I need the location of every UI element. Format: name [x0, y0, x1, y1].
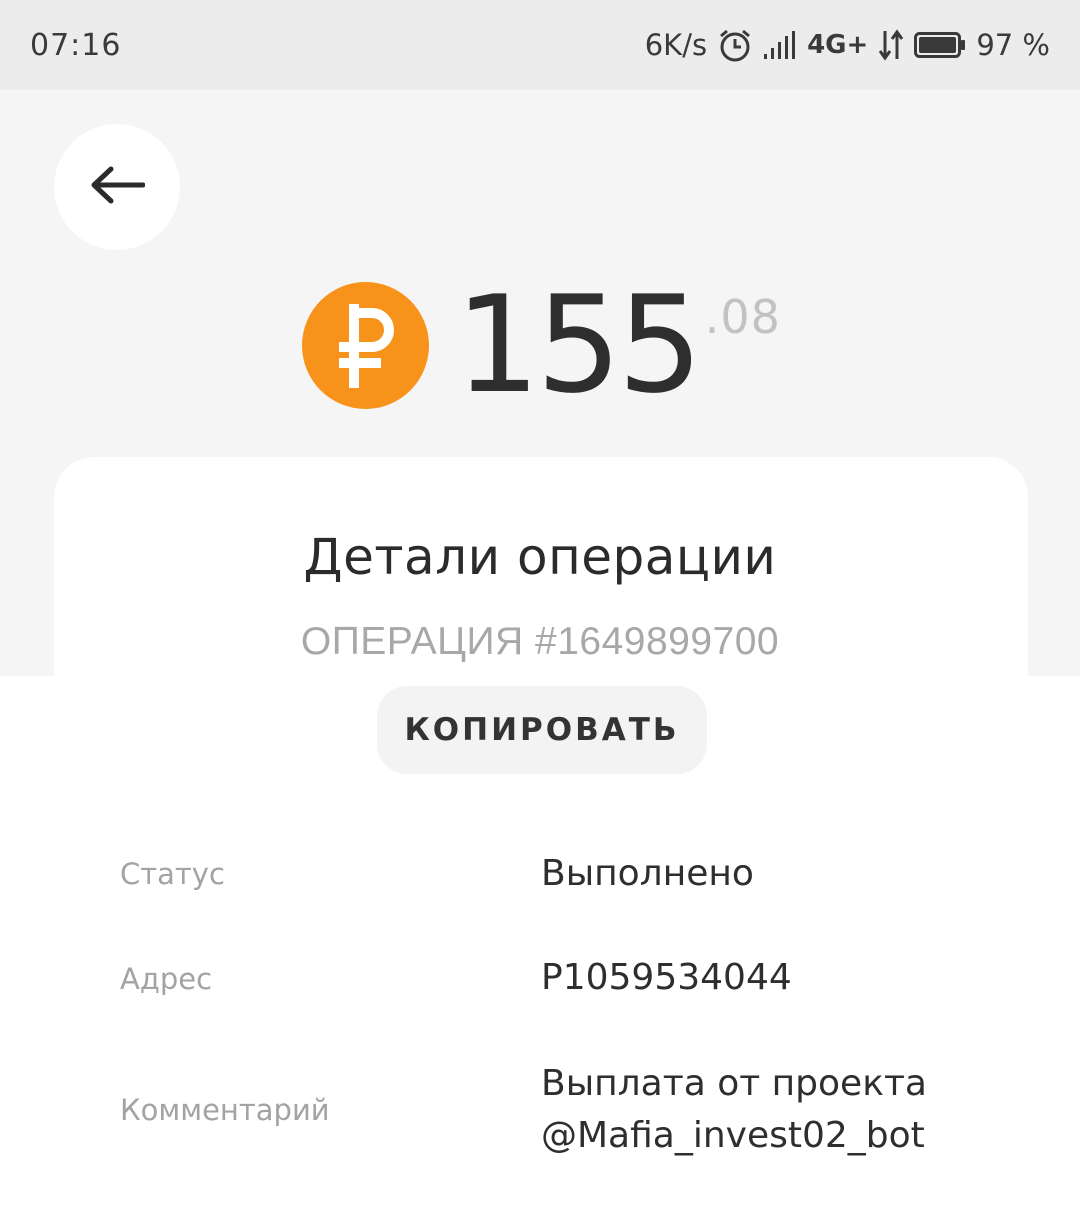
address-value: P1059534044: [541, 957, 792, 998]
battery-percent: 97 %: [976, 28, 1050, 62]
comment-value-line1: Выплата от проекта: [541, 1063, 927, 1104]
status-bar: 07:16 6K/s 4G+ 97 %: [0, 0, 1080, 90]
status-time: 07:16: [30, 27, 122, 63]
status-value: Выполнено: [541, 853, 754, 894]
signal-icon: [763, 30, 797, 60]
network-speed: 6K/s: [644, 28, 708, 62]
status-label: Статус: [120, 857, 225, 891]
alarm-icon: [717, 27, 753, 63]
operation-number: ОПЕРАЦИЯ #1649899700: [300, 620, 780, 663]
amount-integer: 155: [455, 267, 703, 423]
copy-button[interactable]: КОПИРОВАТЬ: [377, 686, 707, 774]
amount-fraction: .08: [704, 290, 781, 344]
status-indicators: 6K/s 4G+ 97 %: [645, 27, 1050, 63]
ruble-coin-icon: [302, 282, 429, 409]
arrow-left-icon: [89, 165, 146, 210]
battery-icon: [914, 31, 966, 59]
comment-value-line2: @Mafia_invest02_bot: [541, 1115, 925, 1156]
data-arrows-icon: [878, 29, 904, 61]
address-label: Адрес: [120, 962, 213, 996]
details-title: Детали операции: [303, 528, 777, 586]
network-type: 4G+: [807, 30, 869, 60]
comment-label: Комментарий: [120, 1093, 330, 1127]
back-button[interactable]: [54, 124, 180, 250]
amount-display: 155 .08: [302, 267, 781, 423]
